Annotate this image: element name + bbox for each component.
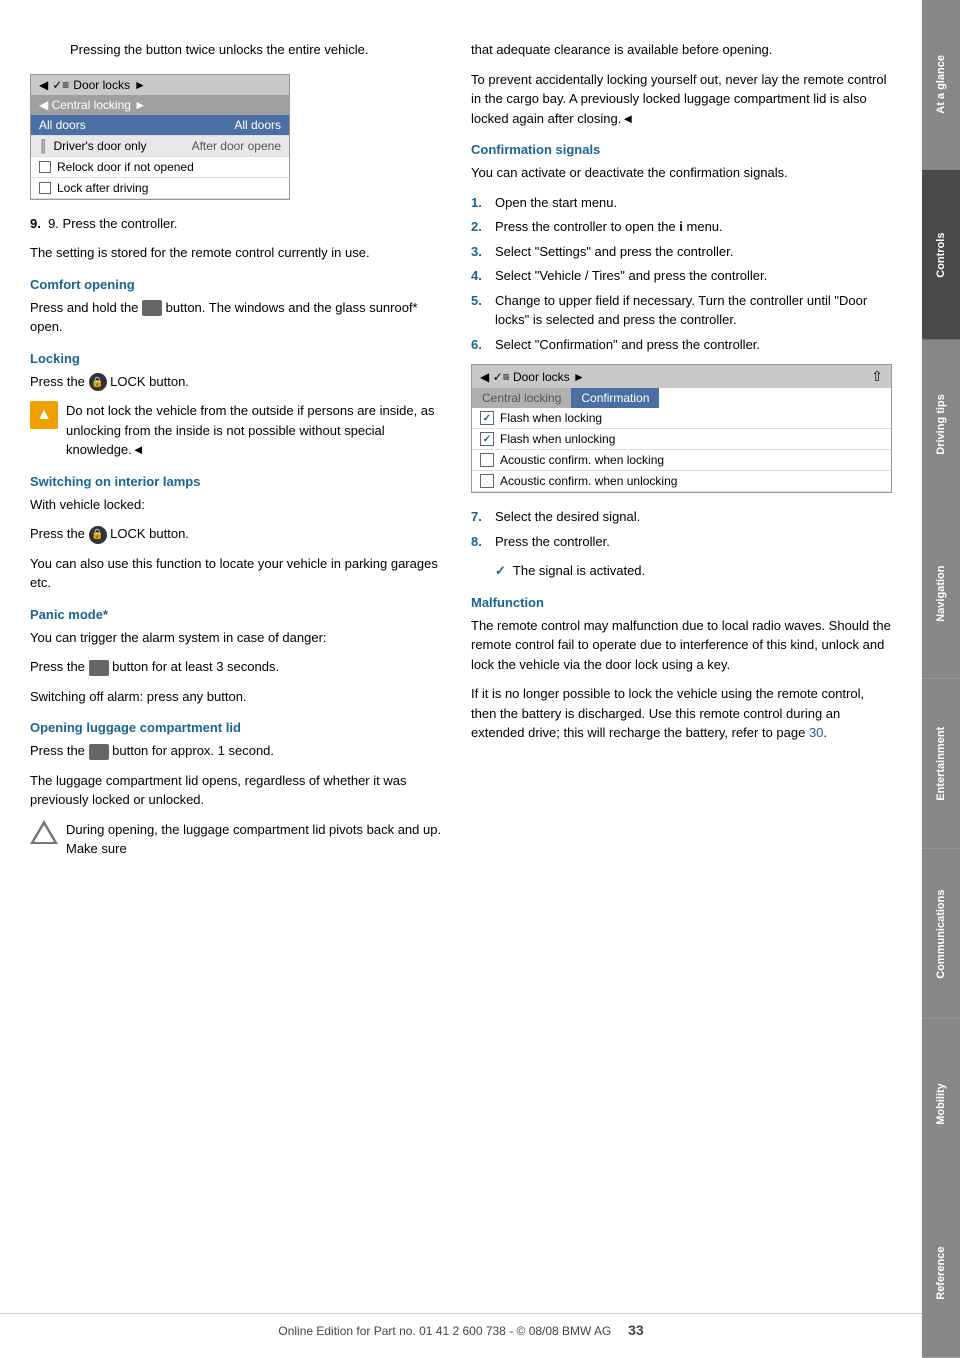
locking-heading: Locking — [30, 351, 451, 366]
sidebar-tab-mobility[interactable]: Mobility — [922, 1019, 960, 1189]
step-2: 2. Press the controller to open the i me… — [471, 217, 892, 237]
menu-row-all-doors: All doors All doors — [31, 115, 289, 136]
step-7: 7. Select the desired signal. — [471, 507, 892, 527]
page-footer: Online Edition for Part no. 01 41 2 600 … — [0, 1313, 922, 1338]
luggage-text2: The luggage compartment lid opens, regar… — [30, 771, 451, 810]
checkbox-flash-unlocking — [480, 432, 494, 446]
malfunction-heading: Malfunction — [471, 595, 892, 610]
menu-row-lock-after: Lock after driving — [31, 178, 289, 199]
sidebar-tab-driving-tips[interactable]: Driving tips — [922, 340, 960, 510]
panic-text2: Press the button for at least 3 seconds. — [30, 657, 451, 677]
checkmark-icon: ✓ — [495, 563, 506, 578]
step-6: 6. Select "Confirmation" and press the c… — [471, 335, 892, 355]
sidebar-tab-at-glance[interactable]: At a glance — [922, 0, 960, 170]
note-box: During opening, the luggage compartment … — [30, 820, 451, 859]
locking-text: Press the 🔒 LOCK button. — [30, 372, 451, 392]
step-5: 5. Change to upper field if necessary. T… — [471, 291, 892, 330]
panic-button-icon — [89, 660, 109, 676]
step-3: 3. Select "Settings" and press the contr… — [471, 242, 892, 262]
steps-list-1: 1. Open the start menu. 2. Press the con… — [471, 193, 892, 355]
sidebar-tab-controls[interactable]: Controls — [922, 170, 960, 340]
conf-menu-sub-header: Central locking Confirmation — [472, 388, 891, 408]
malfunction-text1: The remote control may malfunction due t… — [471, 616, 892, 675]
right-column: that adequate clearance is available bef… — [471, 40, 892, 867]
checkbox-flash-locking — [480, 411, 494, 425]
confirmation-signals-heading: Confirmation signals — [471, 142, 892, 157]
intro-text: Pressing the button twice unlocks the en… — [70, 40, 451, 60]
panic-text3: Switching off alarm: press any button. — [30, 687, 451, 707]
luggage-text1: Press the button for approx. 1 second. — [30, 741, 451, 761]
comfort-text: Press and hold the button. The windows a… — [30, 298, 451, 337]
sidebar-tab-communications[interactable]: Communications — [922, 849, 960, 1019]
note-text: During opening, the luggage compartment … — [66, 820, 451, 859]
malfunction-text2: If it is no longer possible to lock the … — [471, 684, 892, 743]
steps-list-2: 7. Select the desired signal. 8. Press t… — [471, 507, 892, 551]
lock-icon-2: 🔒 — [89, 526, 107, 544]
menu-screenshot-door-locks: ◀ ✓≡ Door locks ► ◀ Central locking ► Al… — [30, 74, 290, 200]
conf-row-acoustic-unlocking: Acoustic confirm. when unlocking — [472, 471, 891, 492]
main-content: Pressing the button twice unlocks the en… — [0, 0, 922, 927]
sidebar: At a glance Controls Driving tips Naviga… — [922, 0, 960, 1358]
checkbox-lock-after — [39, 182, 51, 194]
sidebar-tab-reference[interactable]: Reference — [922, 1188, 960, 1358]
switching-text2: Press the 🔒 LOCK button. — [30, 524, 451, 544]
conf-tab-central: Central locking — [472, 388, 571, 408]
warning-icon: ▲ — [30, 401, 58, 429]
menu-sub-header: ◀ Central locking ► — [31, 95, 289, 115]
switching-lamps-heading: Switching on interior lamps — [30, 474, 451, 489]
step-1: 1. Open the start menu. — [471, 193, 892, 213]
conf-row-acoustic-locking: Acoustic confirm. when locking — [472, 450, 891, 471]
right-para2: To prevent accidentally locking yourself… — [471, 70, 892, 129]
comfort-opening-heading: Comfort opening — [30, 277, 451, 292]
warning-box: ▲ Do not lock the vehicle from the outsi… — [30, 401, 451, 460]
checkbox-acoustic-unlocking — [480, 474, 494, 488]
switching-text1: With vehicle locked: — [30, 495, 451, 515]
step9-sub: The setting is stored for the remote con… — [30, 243, 451, 263]
panic-mode-heading: Panic mode* — [30, 607, 451, 622]
conf-row-flash-locking: Flash when locking — [472, 408, 891, 429]
menu-row-relock: Relock door if not opened — [31, 157, 289, 178]
page-link-30[interactable]: 30 — [809, 725, 823, 740]
step9-text: 9. 9. Press the controller. — [30, 214, 451, 234]
panic-text1: You can trigger the alarm system in case… — [30, 628, 451, 648]
confirmation-menu-screenshot: ◀ ✓≡ Door locks ► ⇧ Central locking Conf… — [471, 364, 892, 493]
left-column: Pressing the button twice unlocks the en… — [30, 40, 451, 867]
note-triangle-inner — [34, 825, 54, 842]
lock-icon: 🔒 — [89, 373, 107, 391]
right-intro: that adequate clearance is available bef… — [471, 40, 892, 60]
conf-tab-confirmation: Confirmation — [571, 388, 659, 408]
checkbox-acoustic-locking — [480, 453, 494, 467]
sidebar-tab-entertainment[interactable]: Entertainment — [922, 679, 960, 849]
checkbox-relock — [39, 161, 51, 173]
menu-row-driver-door: ║ Driver's door only After door opene — [31, 136, 289, 157]
switching-text3: You can also use this function to locate… — [30, 554, 451, 593]
conf-menu-header: ◀ ✓≡ Door locks ► ⇧ — [472, 365, 891, 388]
signal-activated-text: ✓ The signal is activated. — [495, 561, 892, 581]
luggage-button-icon — [89, 744, 109, 760]
luggage-compartment-heading: Opening luggage compartment lid — [30, 720, 451, 735]
conf-intro: You can activate or deactivate the confi… — [471, 163, 892, 183]
warning-text: Do not lock the vehicle from the outside… — [66, 401, 451, 460]
step-4: 4. Select "Vehicle / Tires" and press th… — [471, 266, 892, 286]
comfort-button-icon — [142, 300, 162, 316]
menu-header: ◀ ✓≡ Door locks ► — [31, 75, 289, 95]
conf-row-flash-unlocking: Flash when unlocking — [472, 429, 891, 450]
step-8: 8. Press the controller. — [471, 532, 892, 552]
page-number: 33 — [628, 1322, 644, 1338]
sidebar-tab-navigation[interactable]: Navigation — [922, 509, 960, 679]
